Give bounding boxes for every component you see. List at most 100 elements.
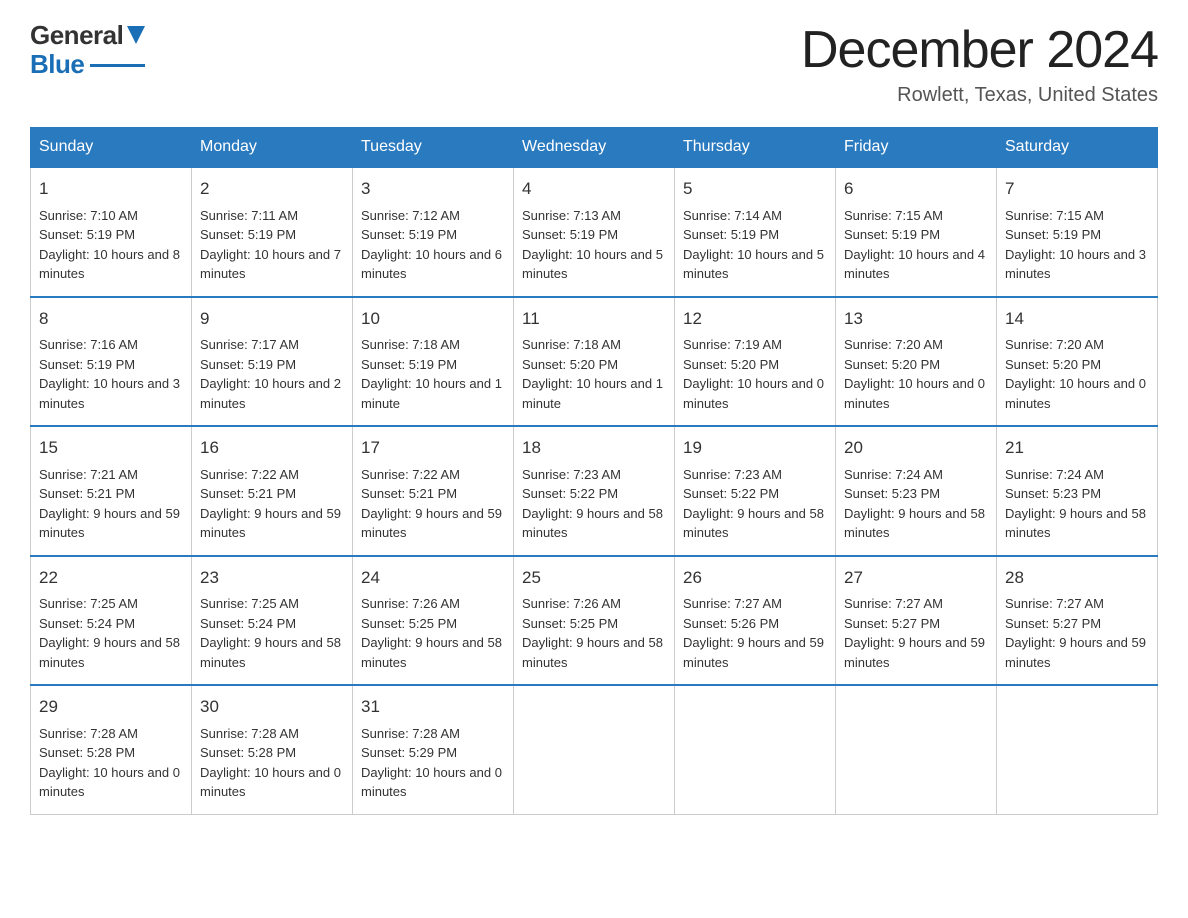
daylight-label: Daylight: 10 hours and 2 minutes bbox=[200, 376, 341, 411]
sunset-label: Sunset: 5:19 PM bbox=[844, 227, 940, 242]
daylight-label: Daylight: 10 hours and 0 minutes bbox=[844, 376, 985, 411]
sunset-label: Sunset: 5:19 PM bbox=[1005, 227, 1101, 242]
title-area: December 2024 Rowlett, Texas, United Sta… bbox=[801, 20, 1158, 107]
sunset-label: Sunset: 5:27 PM bbox=[844, 616, 940, 631]
sunset-label: Sunset: 5:20 PM bbox=[522, 357, 618, 372]
col-wednesday: Wednesday bbox=[514, 128, 675, 168]
daylight-label: Daylight: 9 hours and 58 minutes bbox=[361, 635, 502, 670]
calendar-cell: 11 Sunrise: 7:18 AM Sunset: 5:20 PM Dayl… bbox=[514, 297, 675, 427]
header-row: Sunday Monday Tuesday Wednesday Thursday… bbox=[31, 128, 1158, 168]
day-number: 11 bbox=[522, 306, 666, 332]
sunset-label: Sunset: 5:19 PM bbox=[39, 357, 135, 372]
day-number: 17 bbox=[361, 435, 505, 461]
daylight-label: Daylight: 10 hours and 5 minutes bbox=[522, 247, 663, 282]
logo-blue-text: Blue bbox=[30, 49, 84, 80]
sunrise-label: Sunrise: 7:17 AM bbox=[200, 337, 299, 352]
sunrise-label: Sunrise: 7:28 AM bbox=[200, 726, 299, 741]
day-number: 6 bbox=[844, 176, 988, 202]
sunrise-label: Sunrise: 7:24 AM bbox=[1005, 467, 1104, 482]
sunset-label: Sunset: 5:24 PM bbox=[39, 616, 135, 631]
daylight-label: Daylight: 10 hours and 0 minutes bbox=[1005, 376, 1146, 411]
day-number: 9 bbox=[200, 306, 344, 332]
day-number: 10 bbox=[361, 306, 505, 332]
sunrise-label: Sunrise: 7:26 AM bbox=[361, 596, 460, 611]
calendar-cell: 1 Sunrise: 7:10 AM Sunset: 5:19 PM Dayli… bbox=[31, 167, 192, 297]
sunset-label: Sunset: 5:23 PM bbox=[1005, 486, 1101, 501]
calendar-cell: 28 Sunrise: 7:27 AM Sunset: 5:27 PM Dayl… bbox=[997, 556, 1158, 686]
day-number: 19 bbox=[683, 435, 827, 461]
sunset-label: Sunset: 5:24 PM bbox=[200, 616, 296, 631]
day-number: 3 bbox=[361, 176, 505, 202]
month-title: December 2024 bbox=[801, 20, 1158, 80]
logo-general-text: General bbox=[30, 20, 123, 51]
sunset-label: Sunset: 5:25 PM bbox=[361, 616, 457, 631]
day-number: 1 bbox=[39, 176, 183, 202]
daylight-label: Daylight: 9 hours and 58 minutes bbox=[39, 635, 180, 670]
day-number: 8 bbox=[39, 306, 183, 332]
day-number: 29 bbox=[39, 694, 183, 720]
page-header: General Blue December 2024 Rowlett, Texa… bbox=[30, 20, 1158, 107]
day-number: 4 bbox=[522, 176, 666, 202]
sunset-label: Sunset: 5:25 PM bbox=[522, 616, 618, 631]
calendar-cell: 13 Sunrise: 7:20 AM Sunset: 5:20 PM Dayl… bbox=[836, 297, 997, 427]
calendar-cell: 6 Sunrise: 7:15 AM Sunset: 5:19 PM Dayli… bbox=[836, 167, 997, 297]
day-number: 14 bbox=[1005, 306, 1149, 332]
day-number: 27 bbox=[844, 565, 988, 591]
calendar-cell: 19 Sunrise: 7:23 AM Sunset: 5:22 PM Dayl… bbox=[675, 426, 836, 556]
daylight-label: Daylight: 10 hours and 3 minutes bbox=[1005, 247, 1146, 282]
sunrise-label: Sunrise: 7:10 AM bbox=[39, 208, 138, 223]
sunset-label: Sunset: 5:22 PM bbox=[522, 486, 618, 501]
daylight-label: Daylight: 10 hours and 1 minute bbox=[361, 376, 502, 411]
sunset-label: Sunset: 5:19 PM bbox=[39, 227, 135, 242]
sunset-label: Sunset: 5:29 PM bbox=[361, 745, 457, 760]
day-number: 7 bbox=[1005, 176, 1149, 202]
sunset-label: Sunset: 5:19 PM bbox=[361, 227, 457, 242]
calendar-cell: 29 Sunrise: 7:28 AM Sunset: 5:28 PM Dayl… bbox=[31, 685, 192, 814]
sunrise-label: Sunrise: 7:21 AM bbox=[39, 467, 138, 482]
sunrise-label: Sunrise: 7:24 AM bbox=[844, 467, 943, 482]
sunset-label: Sunset: 5:20 PM bbox=[1005, 357, 1101, 372]
calendar-week-2: 8 Sunrise: 7:16 AM Sunset: 5:19 PM Dayli… bbox=[31, 297, 1158, 427]
daylight-label: Daylight: 10 hours and 3 minutes bbox=[39, 376, 180, 411]
calendar-cell: 17 Sunrise: 7:22 AM Sunset: 5:21 PM Dayl… bbox=[353, 426, 514, 556]
daylight-label: Daylight: 10 hours and 0 minutes bbox=[683, 376, 824, 411]
sunrise-label: Sunrise: 7:13 AM bbox=[522, 208, 621, 223]
calendar-cell: 4 Sunrise: 7:13 AM Sunset: 5:19 PM Dayli… bbox=[514, 167, 675, 297]
calendar-cell: 2 Sunrise: 7:11 AM Sunset: 5:19 PM Dayli… bbox=[192, 167, 353, 297]
calendar-cell: 26 Sunrise: 7:27 AM Sunset: 5:26 PM Dayl… bbox=[675, 556, 836, 686]
sunset-label: Sunset: 5:26 PM bbox=[683, 616, 779, 631]
sunrise-label: Sunrise: 7:22 AM bbox=[361, 467, 460, 482]
day-number: 2 bbox=[200, 176, 344, 202]
day-number: 15 bbox=[39, 435, 183, 461]
sunset-label: Sunset: 5:28 PM bbox=[39, 745, 135, 760]
daylight-label: Daylight: 10 hours and 8 minutes bbox=[39, 247, 180, 282]
daylight-label: Daylight: 10 hours and 5 minutes bbox=[683, 247, 824, 282]
sunset-label: Sunset: 5:19 PM bbox=[200, 357, 296, 372]
calendar-cell: 15 Sunrise: 7:21 AM Sunset: 5:21 PM Dayl… bbox=[31, 426, 192, 556]
day-number: 24 bbox=[361, 565, 505, 591]
sunset-label: Sunset: 5:20 PM bbox=[683, 357, 779, 372]
calendar-cell: 7 Sunrise: 7:15 AM Sunset: 5:19 PM Dayli… bbox=[997, 167, 1158, 297]
sunrise-label: Sunrise: 7:16 AM bbox=[39, 337, 138, 352]
sunrise-label: Sunrise: 7:12 AM bbox=[361, 208, 460, 223]
sunset-label: Sunset: 5:20 PM bbox=[844, 357, 940, 372]
sunrise-label: Sunrise: 7:25 AM bbox=[200, 596, 299, 611]
calendar-cell: 12 Sunrise: 7:19 AM Sunset: 5:20 PM Dayl… bbox=[675, 297, 836, 427]
day-number: 16 bbox=[200, 435, 344, 461]
calendar-week-1: 1 Sunrise: 7:10 AM Sunset: 5:19 PM Dayli… bbox=[31, 167, 1158, 297]
sunrise-label: Sunrise: 7:27 AM bbox=[1005, 596, 1104, 611]
daylight-label: Daylight: 9 hours and 58 minutes bbox=[522, 506, 663, 541]
daylight-label: Daylight: 10 hours and 0 minutes bbox=[361, 765, 502, 800]
sunset-label: Sunset: 5:21 PM bbox=[361, 486, 457, 501]
day-number: 12 bbox=[683, 306, 827, 332]
sunrise-label: Sunrise: 7:19 AM bbox=[683, 337, 782, 352]
sunset-label: Sunset: 5:19 PM bbox=[200, 227, 296, 242]
day-number: 30 bbox=[200, 694, 344, 720]
calendar-cell: 5 Sunrise: 7:14 AM Sunset: 5:19 PM Dayli… bbox=[675, 167, 836, 297]
calendar-cell bbox=[675, 685, 836, 814]
sunrise-label: Sunrise: 7:28 AM bbox=[361, 726, 460, 741]
calendar-cell: 22 Sunrise: 7:25 AM Sunset: 5:24 PM Dayl… bbox=[31, 556, 192, 686]
sunset-label: Sunset: 5:23 PM bbox=[844, 486, 940, 501]
calendar-cell: 23 Sunrise: 7:25 AM Sunset: 5:24 PM Dayl… bbox=[192, 556, 353, 686]
col-friday: Friday bbox=[836, 128, 997, 168]
